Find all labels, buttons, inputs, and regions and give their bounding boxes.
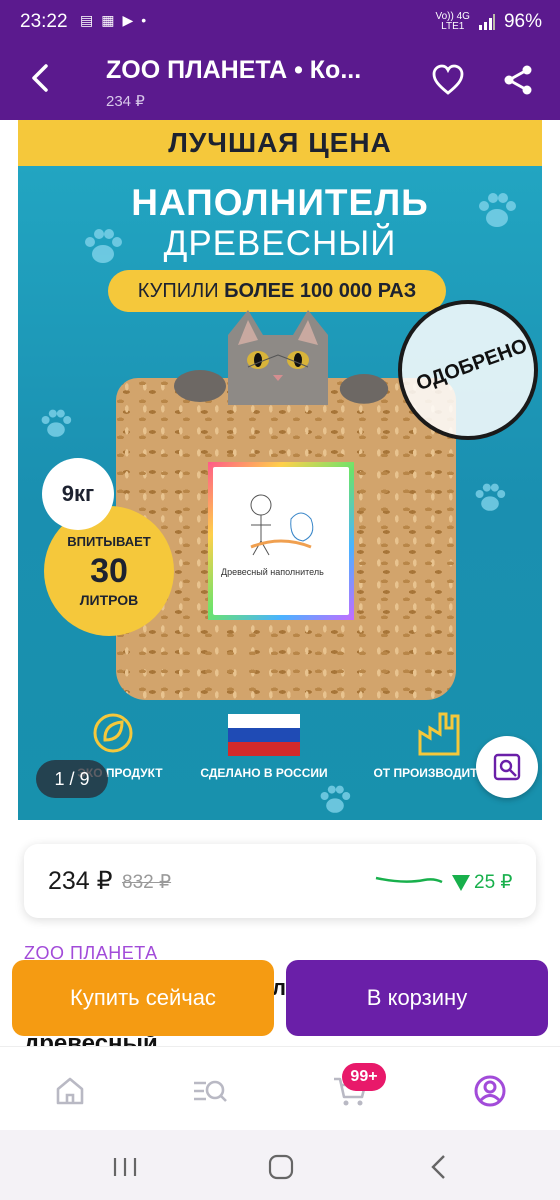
product-image-carousel[interactable]: ЛУЧШАЯ ЦЕНА НАПОЛНИТЕЛЬ ДРЕВЕСНЫЙ КУПИЛИ… bbox=[18, 120, 542, 820]
bag-label-inner: Древесный наполнитель bbox=[213, 467, 349, 615]
russia-flag-icon bbox=[228, 714, 300, 756]
network-line2: LTE1 bbox=[441, 21, 465, 32]
bag-label: Древесный наполнитель bbox=[208, 462, 354, 620]
add-to-cart-button[interactable]: В корзину bbox=[286, 960, 548, 1036]
visual-search-button[interactable] bbox=[476, 736, 538, 798]
back-arrow-icon[interactable] bbox=[24, 60, 60, 96]
paw-print-icon bbox=[475, 483, 506, 511]
stamp-text: ОДОБРЕНО bbox=[413, 334, 531, 396]
image-counter: 1 / 9 bbox=[36, 760, 108, 798]
status-right: Vo)) 4G LTE1 96% bbox=[436, 11, 543, 33]
status-time: 23:22 bbox=[20, 11, 68, 32]
approved-stamp: ОДОБРЕНО bbox=[398, 300, 538, 440]
home-button-icon[interactable] bbox=[266, 1152, 296, 1182]
eco-leaf-icon bbox=[93, 713, 133, 753]
paw-print-icon bbox=[41, 409, 72, 437]
page-title: ZOO ПЛАНЕТА • Ко... bbox=[106, 56, 362, 84]
bag-label-text: Древесный наполнитель bbox=[221, 567, 324, 577]
youtube-icon: ▶ bbox=[122, 12, 134, 28]
bought-count: БОЛЕЕ 100 000 РАЗ bbox=[224, 280, 417, 302]
feature-made-in-russia: СДЕЛАНО В РОССИИ bbox=[200, 766, 328, 780]
status-bar: 23:22 ▤ ▦ ▶ • Vo)) 4G LTE1 96% bbox=[0, 0, 560, 40]
price-trend-line bbox=[375, 876, 443, 884]
best-price-banner: ЛУЧШАЯ ЦЕНА bbox=[18, 120, 542, 166]
cat-paw-left-icon bbox=[174, 370, 226, 402]
paw-print-icon bbox=[320, 785, 351, 813]
status-notification-icons: ▤ ▦ ▶ • bbox=[80, 12, 146, 29]
share-icon[interactable] bbox=[500, 62, 536, 98]
weight-badge: 9кг bbox=[42, 458, 114, 530]
network-indicator: Vo)) 4G LTE1 bbox=[436, 12, 470, 32]
absorb-value: 30 bbox=[90, 552, 128, 590]
bottom-nav: 99+ bbox=[0, 1046, 560, 1130]
old-price: 832 ₽ bbox=[122, 872, 172, 893]
page-subtitle-price: 234 ₽ bbox=[106, 93, 145, 110]
home-icon[interactable] bbox=[50, 1071, 90, 1111]
bought-prefix: КУПИЛИ bbox=[137, 280, 225, 302]
price-drop: 25 ₽ bbox=[452, 871, 513, 894]
message-icon: ▤ bbox=[80, 12, 94, 28]
app-bar: ZOO ПЛАНЕТА • Ко... 234 ₽ bbox=[0, 40, 560, 120]
absorb-label-1: ВПИТЫВАЕТ bbox=[67, 534, 151, 549]
paw-print-icon bbox=[85, 229, 122, 263]
cat-illustration bbox=[228, 310, 328, 405]
signal-icon bbox=[478, 14, 495, 30]
product-headline-1: НАПОЛНИТЕЛЬ bbox=[131, 182, 429, 223]
factory-icon bbox=[418, 712, 460, 756]
current-price: 234 ₽ bbox=[48, 867, 113, 895]
price-down-triangle-icon bbox=[452, 874, 470, 891]
visual-search-icon bbox=[493, 753, 521, 781]
favorite-heart-icon[interactable] bbox=[430, 62, 466, 98]
system-nav-bar bbox=[0, 1130, 560, 1200]
gallery-icon: ▦ bbox=[101, 12, 115, 28]
price-card[interactable]: 234 ₽ 832 ₽ 25 ₽ bbox=[24, 844, 536, 918]
absorb-label-3: ЛИТРОВ bbox=[79, 592, 139, 608]
cat-paw-right-icon bbox=[339, 374, 389, 404]
battery-level: 96% bbox=[503, 11, 542, 32]
buy-now-button[interactable]: Купить сейчас bbox=[12, 960, 274, 1036]
profile-icon[interactable] bbox=[470, 1071, 510, 1111]
product-title-fragment: л bbox=[272, 975, 286, 1000]
catalog-search-icon[interactable] bbox=[190, 1071, 230, 1111]
paw-print-icon bbox=[479, 193, 516, 227]
cart-count-badge: 99+ bbox=[342, 1063, 386, 1091]
bag-label-drawing bbox=[250, 494, 314, 556]
dot-icon: • bbox=[141, 12, 147, 28]
recent-apps-icon[interactable] bbox=[110, 1152, 140, 1182]
price-drop-value: 25 ₽ bbox=[474, 872, 513, 893]
back-button-icon[interactable] bbox=[424, 1152, 454, 1182]
